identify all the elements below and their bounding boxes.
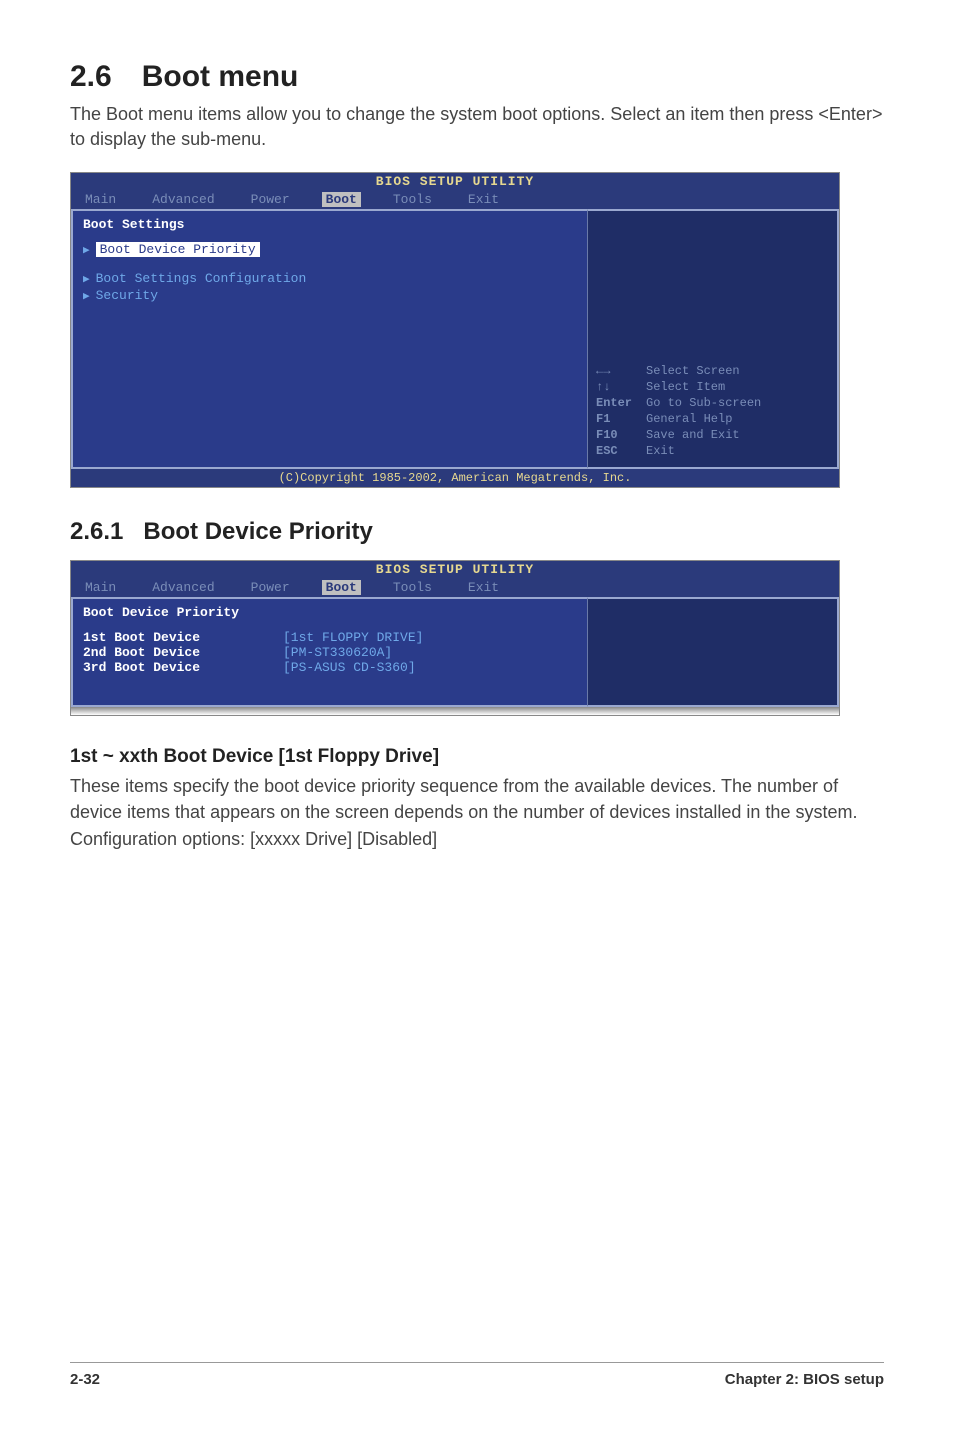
menu-item-label: Boot Settings Configuration: [96, 271, 307, 286]
decorative-shadow: [71, 707, 839, 715]
bios-help-panel: ←→Select Screen ↑↓Select Item EnterGo to…: [587, 209, 839, 469]
boot-device-row-1[interactable]: 1st Boot Device [1st FLOPPY DRIVE]: [83, 630, 577, 645]
option-config: Configuration options: [xxxxx Drive] [Di…: [70, 827, 884, 852]
subsection-title-text: Boot Device Priority: [143, 518, 372, 545]
menu-item-boot-settings-config[interactable]: ▶ Boot Settings Configuration: [83, 271, 577, 286]
bios-screenshot-boot-priority: BIOS SETUP UTILITY Main Advanced Power B…: [70, 560, 840, 716]
help-key: F10: [596, 428, 646, 442]
bios-title: BIOS SETUP UTILITY: [71, 561, 839, 578]
boot-device-label: 2nd Boot Device: [83, 645, 283, 660]
submenu-arrow-icon: ▶: [83, 243, 90, 257]
tab-exit[interactable]: Exit: [464, 192, 503, 207]
help-value: Select Item: [646, 380, 725, 394]
help-key: ←→: [596, 364, 646, 378]
bios-help-panel: [587, 597, 839, 707]
boot-device-row-2[interactable]: 2nd Boot Device [PM-ST330620A]: [83, 645, 577, 660]
help-value: General Help: [646, 412, 732, 426]
tab-exit[interactable]: Exit: [464, 580, 503, 595]
menu-item-label: Boot Device Priority: [96, 242, 260, 257]
boot-device-value: [PM-ST330620A]: [283, 645, 392, 660]
section-intro: The Boot menu items allow you to change …: [70, 102, 884, 152]
page-number: 2-32: [70, 1371, 100, 1388]
menu-item-boot-device-priority[interactable]: ▶ Boot Device Priority: [83, 242, 577, 257]
help-key: ↑↓: [596, 380, 646, 394]
menu-item-security[interactable]: ▶ Security: [83, 288, 577, 303]
option-title: 1st ~ xxth Boot Device [1st Floppy Drive…: [70, 746, 884, 768]
section-title-text: Boot menu: [142, 60, 299, 93]
tab-advanced[interactable]: Advanced: [148, 580, 218, 595]
menu-item-label: Security: [96, 288, 158, 303]
submenu-arrow-icon: ▶: [83, 272, 90, 286]
boot-device-label: 3rd Boot Device: [83, 660, 283, 675]
tab-power[interactable]: Power: [247, 192, 294, 207]
bios-tabs: Main Advanced Power Boot Tools Exit: [71, 578, 839, 597]
tab-boot[interactable]: Boot: [322, 192, 361, 207]
boot-device-row-3[interactable]: 3rd Boot Device [PS-ASUS CD-S360]: [83, 660, 577, 675]
tab-advanced[interactable]: Advanced: [148, 192, 218, 207]
option-description: These items specify the boot device prio…: [70, 774, 884, 824]
chapter-label: Chapter 2: BIOS setup: [725, 1371, 884, 1388]
help-value: Save and Exit: [646, 428, 740, 442]
submenu-arrow-icon: ▶: [83, 289, 90, 303]
page-footer: 2-32 Chapter 2: BIOS setup: [70, 1362, 884, 1388]
bios-left-panel: Boot Device Priority 1st Boot Device [1s…: [71, 597, 587, 707]
subsection-title: 2.6.1 Boot Device Priority: [70, 518, 884, 546]
section-number: 2.6: [70, 60, 112, 94]
subsection-number: 2.6.1: [70, 518, 123, 545]
bios-tabs: Main Advanced Power Boot Tools Exit: [71, 190, 839, 209]
help-key: ESC: [596, 444, 646, 458]
bios-left-panel: Boot Settings ▶ Boot Device Priority ▶ B…: [71, 209, 587, 469]
tab-tools[interactable]: Tools: [389, 192, 436, 207]
tab-main[interactable]: Main: [81, 192, 120, 207]
help-value: Go to Sub-screen: [646, 396, 761, 410]
boot-device-value: [PS-ASUS CD-S360]: [283, 660, 416, 675]
tab-tools[interactable]: Tools: [389, 580, 436, 595]
bios-copyright-footer: (C)Copyright 1985-2002, American Megatre…: [71, 469, 839, 487]
boot-device-value: [1st FLOPPY DRIVE]: [283, 630, 423, 645]
help-key: F1: [596, 412, 646, 426]
help-key: Enter: [596, 396, 646, 410]
tab-power[interactable]: Power: [247, 580, 294, 595]
bios-title: BIOS SETUP UTILITY: [71, 173, 839, 190]
boot-priority-header: Boot Device Priority: [83, 605, 577, 620]
tab-boot[interactable]: Boot: [322, 580, 361, 595]
bios-screenshot-boot-settings: BIOS SETUP UTILITY Main Advanced Power B…: [70, 172, 840, 488]
help-value: Select Screen: [646, 364, 740, 378]
help-value: Exit: [646, 444, 675, 458]
tab-main[interactable]: Main: [81, 580, 120, 595]
boot-device-label: 1st Boot Device: [83, 630, 283, 645]
section-title: 2.6 Boot menu: [70, 60, 884, 94]
boot-settings-header: Boot Settings: [83, 217, 577, 232]
